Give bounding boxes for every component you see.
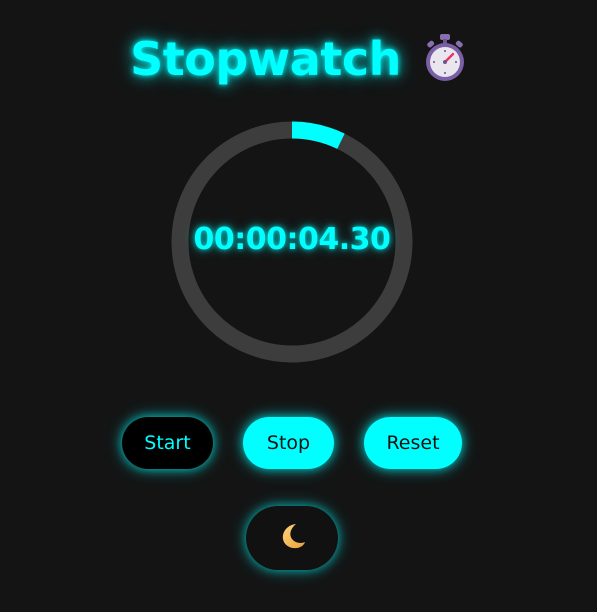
app-title: Stopwatch: [130, 32, 401, 86]
app-title-heading: Stopwatch: [0, 32, 597, 86]
elapsed-time-display: 00:00:04.30: [193, 222, 391, 257]
stop-button[interactable]: Stop: [243, 417, 334, 469]
stopwatch-icon: [423, 33, 467, 83]
start-button[interactable]: Start: [122, 417, 213, 469]
theme-toggle-button[interactable]: [246, 506, 338, 570]
moon-icon: [277, 521, 307, 555]
reset-button[interactable]: Reset: [364, 417, 462, 469]
